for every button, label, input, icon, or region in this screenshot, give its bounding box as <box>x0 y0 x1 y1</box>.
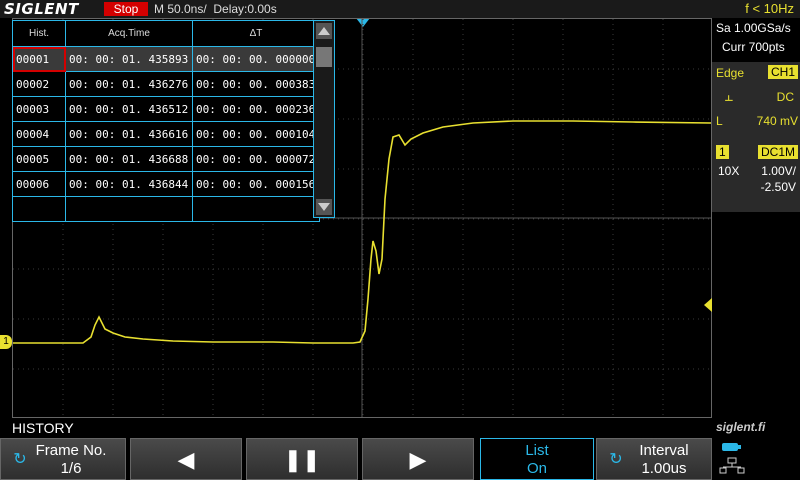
menu-title: HISTORY <box>12 420 74 436</box>
interval-button[interactable]: ↻ Interval 1.00us <box>596 438 712 480</box>
pause-icon: ❚❚ <box>283 447 321 472</box>
next-icon: ▶ <box>409 447 427 472</box>
trigger-info[interactable]: Edge CH1 ⫠ DC L 740 mV <box>712 62 800 154</box>
usb-network-icon <box>719 443 745 474</box>
sample-rate: Sa 1.00GSa/s <box>716 21 791 35</box>
frame-index: 00003 <box>12 96 66 122</box>
trigger-level-label: L <box>716 114 723 128</box>
acq-time: 00: 00: 01. 436512 <box>65 96 193 122</box>
table-row[interactable]: 00006 00: 00: 01. 436844 00: 00: 00. 000… <box>12 171 320 197</box>
frame-index: 00006 <box>12 171 66 197</box>
trigger-type: Edge <box>716 66 745 80</box>
channel-number: 1 <box>716 145 729 159</box>
pause-button[interactable]: ❚❚ <box>246 438 358 480</box>
previous-frame-button[interactable]: ◀ <box>130 438 242 480</box>
list-toggle-button[interactable]: List On <box>480 438 594 480</box>
info-panel: Sa 1.00GSa/s Curr 700pts Edge CH1 ⫠ DC L… <box>712 18 800 418</box>
watermark: siglent.fi <box>716 420 766 434</box>
previous-icon: ◀ <box>177 447 195 472</box>
list-label: List <box>525 442 549 459</box>
probe-ratio: 10X <box>718 164 740 178</box>
scroll-up-icon[interactable] <box>316 23 332 39</box>
frequency-counter: f < 10Hz <box>745 1 794 16</box>
acq-time: 00: 00: 01. 436844 <box>65 171 193 197</box>
scroll-thumb[interactable] <box>316 47 332 67</box>
delta-time: 00: 00: 00. 000383 <box>192 71 320 97</box>
frame-index: 00005 <box>12 146 66 172</box>
channel-number-wrap: 1 <box>716 145 729 159</box>
table-row[interactable]: 00003 00: 00: 01. 436512 00: 00: 00. 000… <box>12 96 320 122</box>
list-value: On <box>526 460 547 477</box>
ch1-info[interactable]: 1 DC1M 10X 1.00V/ -2.50V <box>712 142 800 212</box>
next-frame-button[interactable]: ▶ <box>362 438 474 480</box>
acq-time: 00: 00: 01. 435893 <box>65 46 193 72</box>
channel-coupling-wrap: DC1M <box>757 145 798 159</box>
channel-offset: -2.50V <box>760 180 796 194</box>
acq-time: 00: 00: 01. 436688 <box>65 146 193 172</box>
table-row[interactable]: 00001 00: 00: 01. 435893 00: 00: 00. 000… <box>12 46 320 72</box>
empty-cell <box>12 196 66 222</box>
channel-coupling: DC1M <box>757 145 798 159</box>
trigger-level-icon[interactable] <box>704 298 712 312</box>
empty-cell <box>192 196 320 222</box>
trigger-source-wrap: CH1 <box>767 65 798 79</box>
status-icons <box>718 440 798 478</box>
top-status-bar: SIGLENT Stop M 50.0ns/ Delay:0.00s f < 1… <box>0 0 800 18</box>
interval-value: 1.00us <box>641 460 687 477</box>
frame-number-button[interactable]: ↻ Frame No. 1/6 <box>0 438 126 480</box>
scroll-down-icon[interactable] <box>316 199 332 215</box>
history-scrollbar[interactable] <box>313 20 335 218</box>
column-header: ΔT <box>192 20 320 47</box>
frame-label: Frame No. <box>35 442 107 459</box>
table-row-empty <box>12 196 320 222</box>
volts-per-div: 1.00V/ <box>761 164 796 178</box>
brand-logo: SIGLENT <box>4 0 79 18</box>
run-stop-status[interactable]: Stop <box>104 2 148 16</box>
timebase-readout: M 50.0ns/ Delay:0.00s <box>154 2 277 16</box>
rising-edge-icon: ⫠ <box>724 88 734 105</box>
frame-index: 00001 <box>12 46 66 72</box>
acq-time: 00: 00: 01. 436276 <box>65 71 193 97</box>
table-row[interactable]: 00005 00: 00: 01. 436688 00: 00: 00. 000… <box>12 146 320 172</box>
column-header: Acq.Time <box>65 20 193 47</box>
acq-time: 00: 00: 01. 436616 <box>65 121 193 147</box>
table-row[interactable]: 00004 00: 00: 01. 436616 00: 00: 00. 000… <box>12 121 320 147</box>
table-row[interactable]: 00002 00: 00: 01. 436276 00: 00: 00. 000… <box>12 71 320 97</box>
history-list: Hist. Acq.Time ΔT 00001 00: 00: 01. 4358… <box>12 20 320 222</box>
frame-index: 00004 <box>12 121 66 147</box>
delta-time: 00: 00: 00. 000236 <box>192 96 320 122</box>
column-header: Hist. <box>12 20 66 47</box>
delta-time: 00: 00: 00. 000104 <box>192 121 320 147</box>
interval-label: Interval <box>639 442 689 459</box>
trigger-coupling: DC <box>776 90 794 104</box>
delta-time: 00: 00: 00. 000072 <box>192 146 320 172</box>
memory-depth: Curr 700pts <box>722 40 785 54</box>
trigger-level-value: 740 mV <box>756 114 798 128</box>
frame-value: 1/6 <box>60 460 82 477</box>
delta-time: 00: 00: 00. 000000 <box>192 46 320 72</box>
delta-time: 00: 00: 00. 000156 <box>192 171 320 197</box>
softkey-bar: ↻ Frame No. 1/6 ◀ ❚❚ ▶ List On ↻ Interva… <box>0 438 800 480</box>
ch1-offset-marker[interactable]: 1 <box>0 335 12 349</box>
empty-cell <box>65 196 193 222</box>
trigger-source: CH1 <box>767 65 798 79</box>
frame-index: 00002 <box>12 71 66 97</box>
